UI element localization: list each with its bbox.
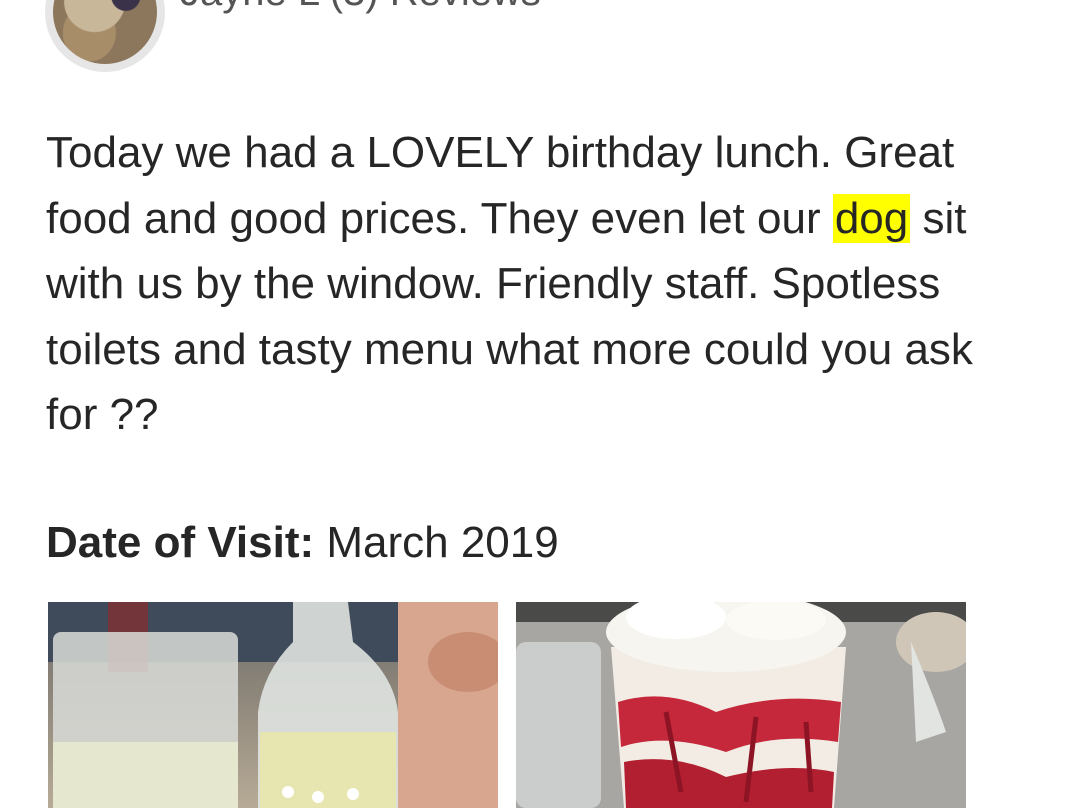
highlighted-term: dog <box>832 193 911 243</box>
date-of-visit-value: March 2019 <box>314 518 559 567</box>
dessert-photo-image <box>516 602 966 808</box>
drinks-photo-image <box>48 602 498 808</box>
date-of-visit: Date of Visit: March 2019 <box>46 510 559 575</box>
reviewer-name[interactable]: Jayne L (3) Reviews <box>180 0 541 15</box>
review-page: Jayne L (3) Reviews Today we had a LOVEL… <box>0 0 1080 808</box>
photo-dessert[interactable] <box>516 602 966 808</box>
avatar[interactable] <box>45 0 165 72</box>
review-text-start: Today we had a LOVELY birthday lunch. Gr… <box>46 128 955 243</box>
photo-drinks[interactable] <box>48 602 498 808</box>
review-text: Today we had a LOVELY birthday lunch. Gr… <box>46 120 1036 448</box>
date-of-visit-label: Date of Visit: <box>46 518 315 567</box>
avatar-image <box>53 0 157 64</box>
